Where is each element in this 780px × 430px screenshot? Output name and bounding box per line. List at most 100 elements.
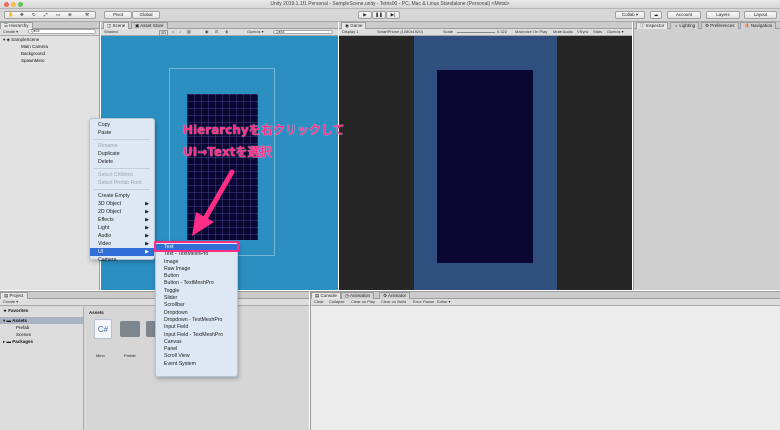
rotate-tool-icon[interactable]: ↻ (32, 12, 36, 18)
ui-submenu-item[interactable]: Input Field - TextMeshPro (156, 332, 237, 339)
tab-navigation[interactable]: ⛵ Navigation (740, 22, 777, 29)
display-dropdown[interactable]: Display 1 (342, 29, 358, 35)
tab-game[interactable]: ◉ Game (341, 22, 367, 29)
ui-submenu-item[interactable]: Button (156, 273, 237, 280)
vsync-toggle[interactable]: VSync (577, 29, 589, 35)
context-menu-item[interactable]: Create Empty (90, 192, 154, 200)
shading-mode-dropdown[interactable]: Shaded (104, 29, 118, 35)
favorites-row[interactable]: ★ Favorites (0, 307, 83, 314)
tab-console[interactable]: ▤ Console (311, 292, 342, 299)
layers-button[interactable]: Layers (706, 11, 740, 19)
ui-submenu-item[interactable]: Raw Image (156, 266, 237, 273)
rect-tool-icon[interactable]: ▭ (56, 12, 60, 18)
editor-target-dropdown[interactable]: Editor ▾ (437, 299, 451, 305)
context-menu-item[interactable]: Paste (90, 129, 154, 137)
context-menu-item[interactable]: Copy (90, 121, 154, 129)
tab-hierarchy[interactable]: ☰ Hierarchy (0, 22, 33, 29)
pivot-button[interactable]: Pivot (104, 11, 132, 19)
tab-scene[interactable]: ◫ Scene (103, 22, 130, 29)
context-menu-item[interactable]: Delete (90, 158, 154, 166)
context-menu-item[interactable]: UI ▶ (90, 248, 154, 256)
global-button[interactable]: Global (132, 11, 160, 19)
transform-all-tool-icon[interactable]: ⊕ (68, 12, 72, 18)
clear-on-play-toggle[interactable]: Clear on Play (351, 299, 375, 305)
clear-on-build-toggle[interactable]: Clear on Build (381, 299, 406, 305)
context-menu-item[interactable]: Camera (90, 256, 154, 264)
folder-icon[interactable] (120, 321, 140, 337)
unity-editor-window: Unity 2019.1.1f1 Personal - SampleScene.… (0, 0, 780, 430)
hand-tool-icon[interactable]: ✋ (8, 12, 14, 18)
custom-tool-icon[interactable]: ⚒ (85, 12, 89, 18)
tab-preferences[interactable]: ⚙ Preferences (701, 22, 739, 29)
ui-submenu-item[interactable]: Canvas (156, 339, 237, 346)
context-menu-item[interactable]: Effects ▶ (90, 216, 154, 224)
ui-submenu-item[interactable]: Button - TextMeshPro (156, 280, 237, 287)
audio-toggle-icon[interactable]: ♪ (179, 29, 181, 35)
ui-submenu-item[interactable]: Toggle (156, 288, 237, 295)
layout-button[interactable]: Layout (744, 11, 777, 19)
scene-row[interactable]: ▾ ◈ SampleScene (3, 36, 99, 43)
scale-tool-icon[interactable]: ⤢ (44, 12, 48, 18)
hierarchy-item[interactable]: Background (3, 50, 99, 57)
game-gizmos-dropdown[interactable]: Gizmos ▾ (607, 29, 624, 35)
stats-toggle[interactable]: Stats (593, 29, 602, 35)
assets-row[interactable]: ▾ ▬ Assets (0, 317, 83, 324)
csharp-script-icon[interactable]: C# (94, 319, 112, 339)
context-menu-item[interactable]: Duplicate (90, 150, 154, 158)
hierarchy-create-button[interactable]: Create ▾ (0, 29, 18, 34)
ui-submenu-item[interactable]: Text - TextMeshPro (156, 251, 237, 258)
2d-mode-toggle[interactable]: 2D (159, 30, 169, 36)
context-menu-item[interactable]: Video ▶ (90, 240, 154, 248)
ui-submenu-item[interactable]: Dropdown - TextMeshPro (156, 317, 237, 324)
mute-audio-toggle[interactable]: Mute Audio (553, 29, 573, 35)
project-create-button[interactable]: Create ▾ (3, 299, 18, 305)
scene-camera-icon[interactable]: ⊡ (215, 29, 218, 35)
scene-gizmos-dropdown[interactable]: Gizmos ▾ (247, 29, 264, 35)
error-pause-toggle[interactable]: Error Pause (413, 299, 434, 305)
tab-asset-store[interactable]: ▣ Asset Store (131, 22, 168, 29)
hierarchy-item[interactable]: Main Camera (3, 43, 99, 50)
ui-submenu-item[interactable]: Dropdown (156, 310, 237, 317)
scene-visibility-icon[interactable]: ◉ (205, 29, 209, 35)
ui-submenu-item[interactable]: Slider (156, 295, 237, 302)
hierarchy-search-input[interactable]: Q▾All (28, 29, 96, 34)
console-clear-button[interactable]: Clear (314, 299, 324, 305)
minimize-window-icon[interactable] (11, 2, 16, 7)
packages-row[interactable]: ▸ ▬ Packages (0, 338, 83, 345)
close-window-icon[interactable] (4, 2, 9, 7)
tab-animator[interactable]: ⚙ Animator (379, 292, 411, 299)
context-menu-item[interactable]: 2D Object ▶ (90, 208, 154, 216)
context-menu-item[interactable]: Light ▶ (90, 224, 154, 232)
ui-submenu-item[interactable]: Event System (156, 361, 237, 368)
scale-slider[interactable] (457, 32, 495, 33)
ui-submenu-item[interactable]: Scroll View (156, 353, 237, 360)
maximize-on-play-toggle[interactable]: Maximize On Play (515, 29, 547, 35)
tab-lighting[interactable]: ☼ Lighting (670, 22, 700, 29)
context-menu-item[interactable]: Audio ▶ (90, 232, 154, 240)
scene-gizmo-grid-icon[interactable]: ⋕ (225, 29, 228, 35)
ui-submenu-item[interactable]: Panel (156, 346, 237, 353)
tab-project[interactable]: ▤ Project (0, 292, 28, 299)
zoom-window-icon[interactable] (18, 2, 23, 7)
ui-submenu-item[interactable]: Image (156, 259, 237, 266)
ui-submenu-item[interactable]: Scrollbar (156, 302, 237, 309)
resolution-dropdown[interactable]: SmartPhone (1080x1920) (377, 29, 423, 35)
cloud-button[interactable]: ☁ (650, 11, 662, 19)
account-button[interactable]: Account (667, 11, 701, 19)
ui-submenu-item[interactable]: Input Field (156, 324, 237, 331)
lighting-toggle-icon[interactable]: ☼ (171, 29, 175, 35)
project-folder[interactable]: Prefab (0, 324, 83, 331)
step-button[interactable]: ▶| (386, 11, 400, 19)
tab-inspector[interactable]: ⓘ Inspector (636, 22, 669, 29)
move-tool-icon[interactable]: ✥ (20, 12, 24, 18)
context-menu-item[interactable]: 3D Object ▶ (90, 200, 154, 208)
scene-search-input[interactable]: Q▾All (273, 30, 333, 34)
pause-button[interactable]: ❚❚ (372, 11, 386, 19)
play-button[interactable]: ▶ (358, 11, 372, 19)
collapse-toggle[interactable]: Collapse (329, 299, 345, 305)
effects-toggle-icon[interactable]: ▧ (187, 29, 191, 35)
tab-animation[interactable]: ◷ Animation (341, 292, 374, 299)
project-folder[interactable]: Scenes (0, 331, 83, 338)
collab-button[interactable]: Collab ▾ (615, 11, 645, 19)
hierarchy-item[interactable]: SpawnMino (3, 57, 99, 64)
